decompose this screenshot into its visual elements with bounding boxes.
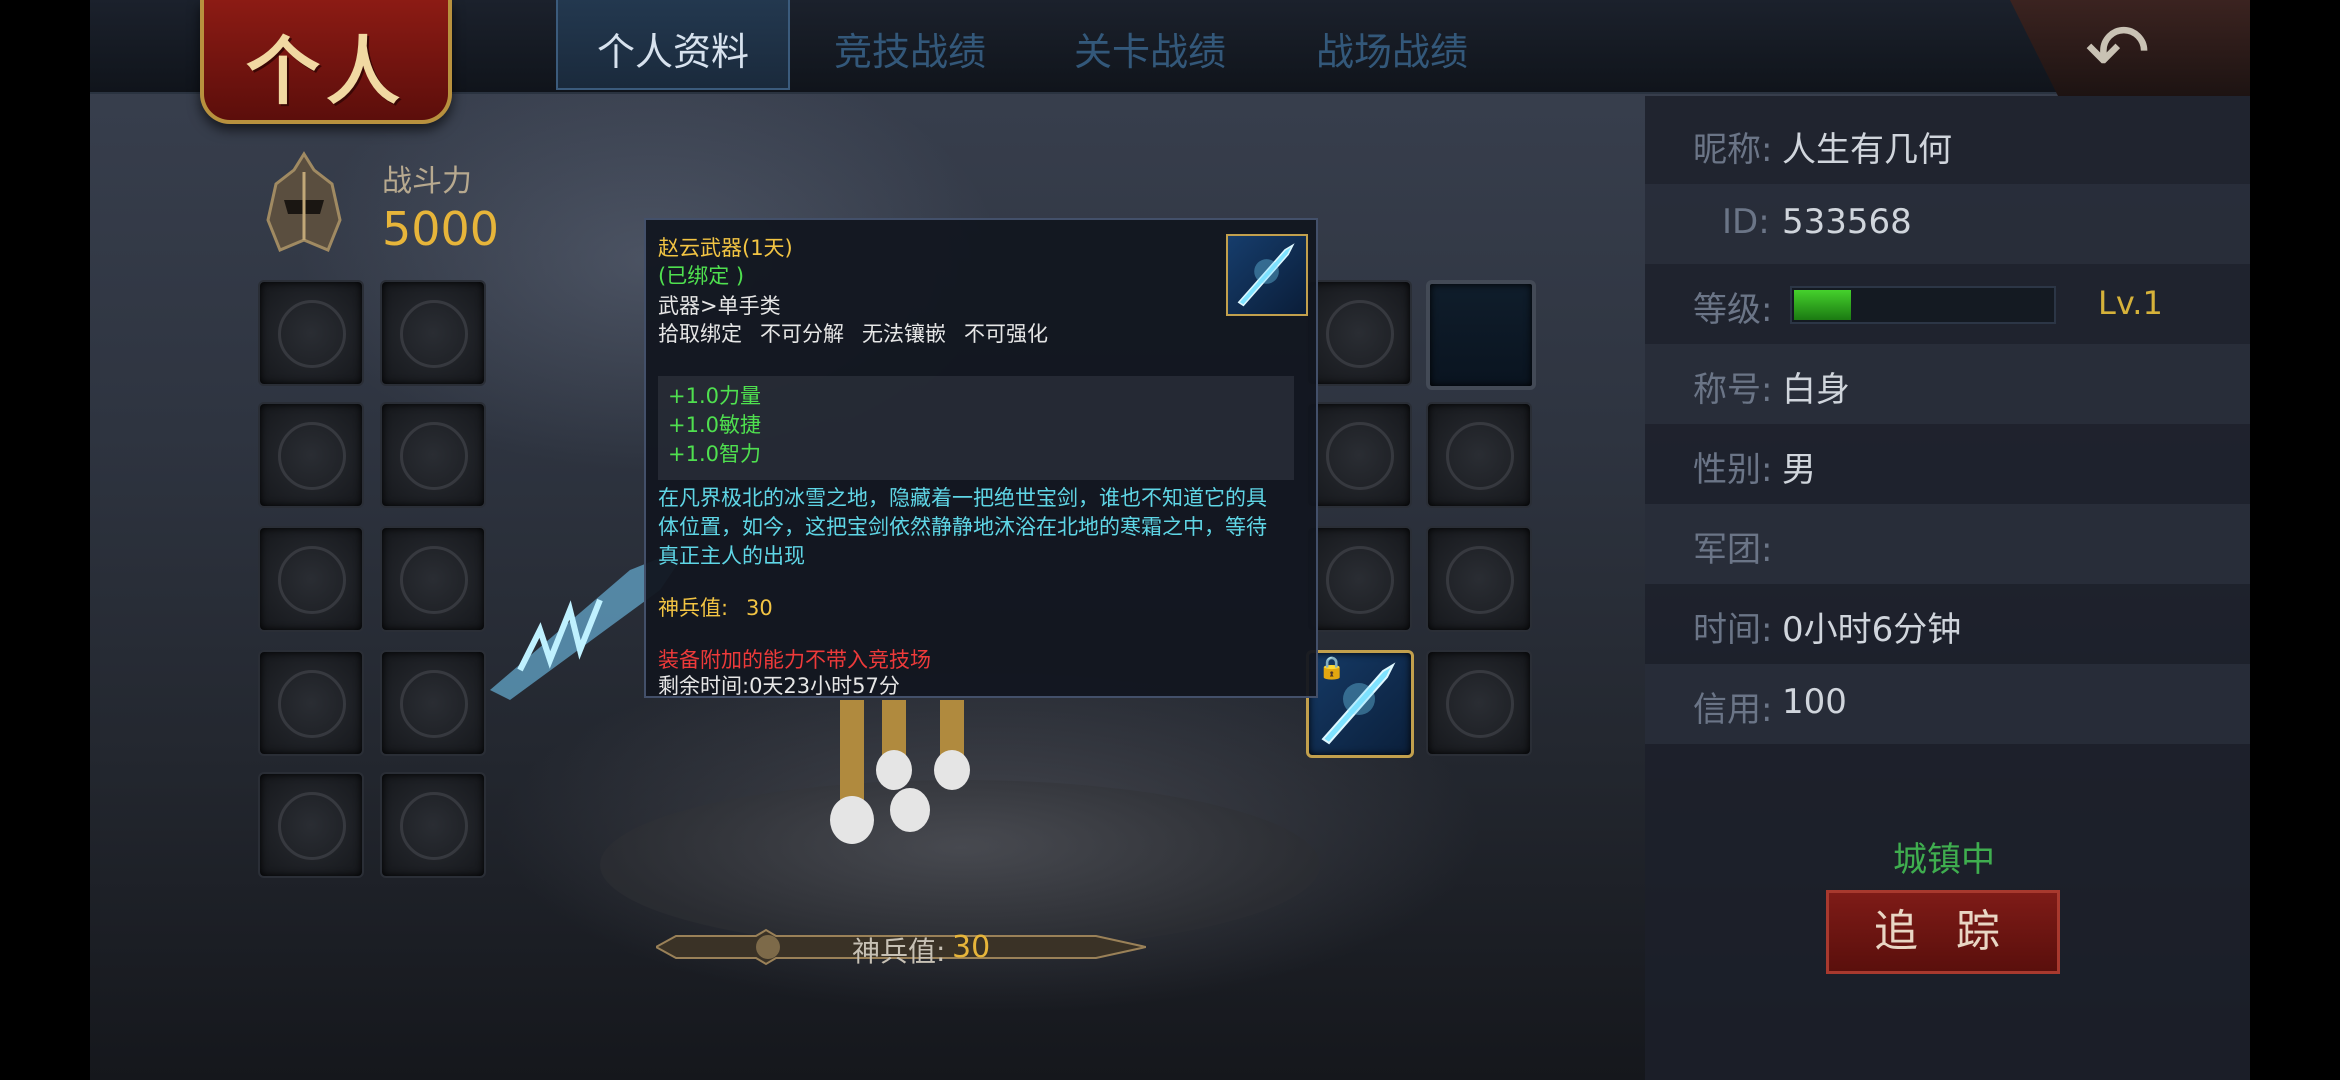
equip-slot[interactable]: [1306, 526, 1412, 632]
equip-slot[interactable]: [258, 772, 364, 878]
level-label: 等级:: [1693, 290, 1773, 330]
equip-slot[interactable]: [258, 402, 364, 508]
item-stats: +1.0力量 +1.0敏捷 +1.0智力: [658, 376, 1294, 480]
item-shenbing-value: 30: [746, 596, 773, 620]
page-banner: 个人: [200, 0, 452, 124]
level-progress-fill: [1794, 290, 1851, 320]
item-icon: [1226, 234, 1308, 316]
id-label: ID:: [1722, 202, 1770, 242]
equip-slot-selected[interactable]: [1426, 280, 1536, 390]
online-time-value: 0小时6分钟: [1782, 610, 1962, 650]
shenbing-bar-label: 神兵值:: [852, 935, 946, 968]
equip-slot[interactable]: [1426, 526, 1532, 632]
equip-slot[interactable]: [1306, 280, 1412, 386]
ice-sword-icon: [1237, 243, 1295, 307]
equip-slot[interactable]: [1306, 402, 1412, 508]
online-time-label: 时间:: [1693, 610, 1773, 650]
equip-slot[interactable]: [380, 650, 486, 756]
helmet-icon: [266, 151, 342, 252]
location-status: 城镇中: [1893, 840, 1995, 880]
item-stat: +1.0敏捷: [668, 413, 761, 437]
nickname-label: 昵称:: [1693, 130, 1773, 170]
item-stat: +1.0力量: [668, 384, 761, 408]
power-label: 战斗力: [382, 164, 472, 199]
legion-label: 军团:: [1693, 530, 1773, 570]
equip-slot[interactable]: [1426, 402, 1532, 508]
title-value: 白身: [1782, 370, 1850, 410]
equip-slot[interactable]: [380, 280, 486, 386]
left-letterbox: [0, 0, 90, 1080]
tab-battlefield-record[interactable]: 战场战绩: [1282, 0, 1502, 88]
equip-slot[interactable]: [258, 526, 364, 632]
level-value: Lv.1: [2098, 284, 2163, 322]
level-progress-bar: [1790, 286, 2056, 324]
item-shenbing-label: 神兵值:: [658, 596, 729, 620]
item-flag: 不可强化: [964, 322, 1048, 346]
track-button[interactable]: 追 踪: [1826, 890, 2060, 974]
equip-slot[interactable]: [1426, 650, 1532, 756]
equip-slot[interactable]: [380, 402, 486, 508]
back-arrow-icon[interactable]: ↶: [2085, 8, 2150, 98]
gender-value: 男: [1782, 450, 1816, 490]
lock-icon: 🔒: [1318, 656, 1346, 681]
item-flag: 拾取绑定: [658, 322, 742, 346]
equip-slot[interactable]: [380, 526, 486, 632]
item-description: 在凡界极北的冰雪之地，隐藏着一把绝世宝剑，谁也不知道它的具体位置，如今，这把宝剑…: [658, 486, 1267, 568]
tab-profile[interactable]: 个人资料: [556, 0, 790, 90]
title-label: 称号:: [1693, 370, 1773, 410]
item-name: 赵云武器(1天): [658, 236, 793, 260]
power-value: 5000: [382, 202, 500, 256]
horse-legs: [830, 700, 970, 844]
item-flag: 不可分解: [760, 322, 844, 346]
right-letterbox: [2250, 0, 2340, 1080]
gender-label: 性别:: [1693, 450, 1773, 490]
banner-title: 个人: [246, 29, 406, 115]
equip-slot[interactable]: [258, 650, 364, 756]
nickname-value: 人生有几何: [1782, 130, 1952, 170]
item-remaining-time: 剩余时间:0天23小时57分: [658, 674, 900, 698]
credit-value: 100: [1782, 682, 1847, 722]
item-tooltip: 赵云武器(1天) (已绑定 ) 武器>单手类 拾取绑定 不可分解 无法镶嵌 不可强化 …: [644, 218, 1318, 698]
item-arena-warning: 装备附加的能力不带入竞技场: [658, 648, 931, 672]
credit-label: 信用:: [1693, 690, 1773, 730]
item-flag: 无法镶嵌: [862, 322, 946, 346]
equip-slot[interactable]: [258, 280, 364, 386]
item-stat: +1.0智力: [668, 442, 761, 466]
tab-arena-record[interactable]: 竞技战绩: [800, 0, 1020, 88]
item-type: 武器>单手类: [658, 294, 781, 318]
shenbing-bar-value: 30: [952, 930, 991, 965]
tab-stage-record[interactable]: 关卡战绩: [1040, 0, 1260, 88]
item-flags: 拾取绑定 不可分解 无法镶嵌 不可强化: [658, 320, 1066, 348]
id-value: 533568: [1782, 202, 1912, 242]
item-bound-status: (已绑定 ): [658, 264, 745, 288]
equip-slot[interactable]: [380, 772, 486, 878]
